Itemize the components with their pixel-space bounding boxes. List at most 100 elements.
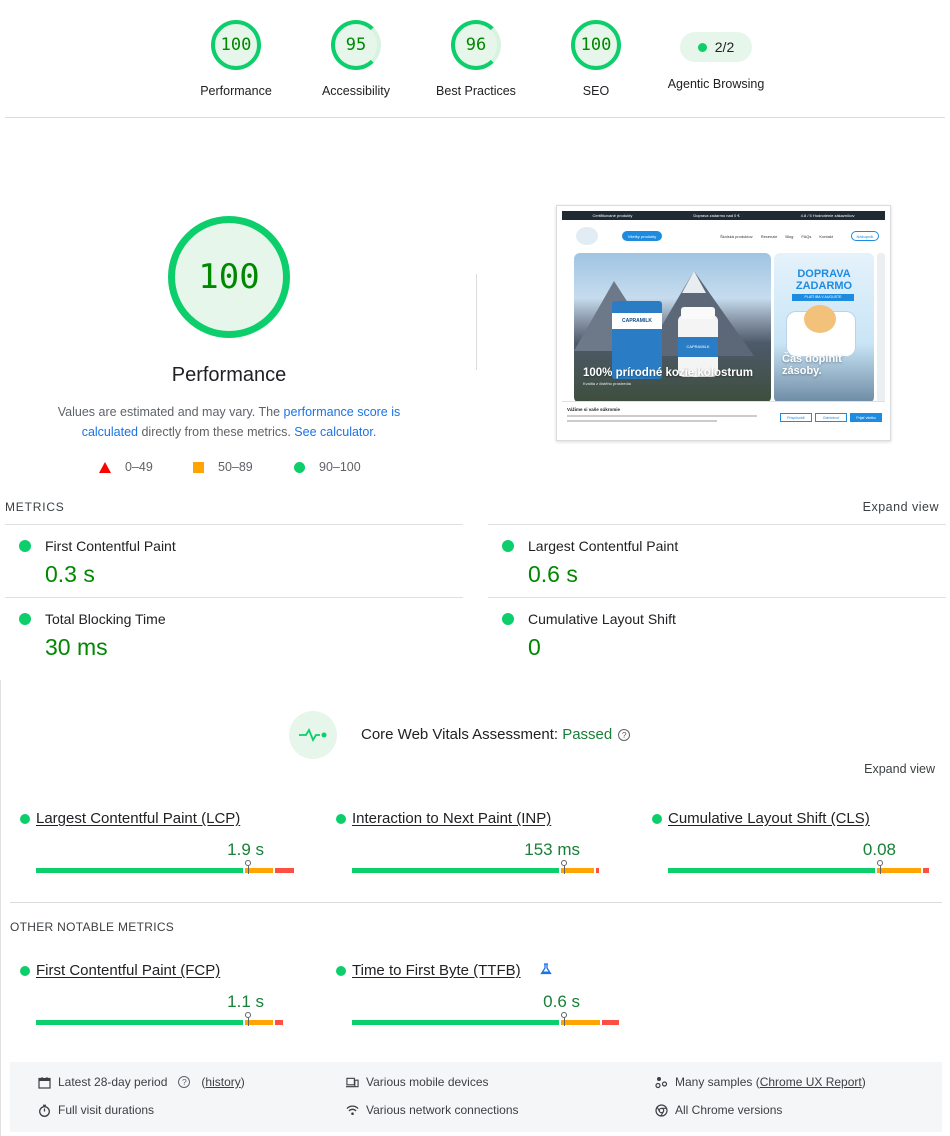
- metric-cls: Cumulative Layout Shift 0: [488, 597, 946, 670]
- info-period: Latest 28-day period ? (history): [38, 1075, 245, 1089]
- thumb-topbar-item: 4.8 / 5 Hodnotenie zákazníkov: [800, 213, 855, 218]
- history-link[interactable]: history: [205, 1075, 240, 1089]
- legend-fail: 0–49: [99, 460, 153, 474]
- poor-segment: [275, 868, 294, 873]
- cwv-ttfb-value: 0.6 s: [543, 992, 580, 1011]
- info-samples-prefix: Many samples (: [675, 1075, 760, 1089]
- thumb-hero-banner: CAPRAMILK CAPRAMILK 100% prírodné kozie …: [574, 253, 771, 403]
- cookie-reject-button: Odmietnuť: [815, 413, 847, 422]
- metric-name: Cumulative Layout Shift: [528, 611, 676, 627]
- gauge-performance-score: 100: [211, 20, 261, 70]
- performance-gauge: 100: [168, 216, 290, 338]
- final-screenshot[interactable]: Certifikované produkty Doprava zadarmo n…: [556, 205, 891, 441]
- vertical-divider: [476, 274, 477, 370]
- cookie-title: Vážime si vaše súkromie: [567, 407, 621, 412]
- cwv-ttfb-link[interactable]: Time to First Byte (TTFB): [352, 962, 521, 979]
- thumb-logo: [576, 227, 598, 245]
- thumb-topbar-item: Certifikované produkty: [592, 213, 633, 218]
- metric-name: Largest Contentful Paint: [528, 538, 679, 554]
- info-network-text: Various network connections: [366, 1103, 519, 1117]
- mascot-shape: [804, 305, 836, 333]
- pulse-icon: [289, 711, 337, 759]
- cookie-text-line: [567, 415, 757, 417]
- gauge-accessibility[interactable]: 95 Accessibility: [296, 20, 416, 98]
- help-icon[interactable]: ?: [618, 729, 631, 742]
- cwv-lcp: Largest Contentful Paint (LCP) 1.9 s: [20, 810, 320, 890]
- thumb-nav-link: FAQs: [801, 233, 812, 239]
- thumb-topbar-item: Doprava zadarmo nad 0 €: [693, 213, 740, 218]
- metric-tbt: Total Blocking Time 30 ms: [5, 597, 463, 670]
- distribution-bar: [668, 868, 931, 873]
- help-icon[interactable]: ?: [178, 1076, 191, 1088]
- percentile-marker-icon: [561, 860, 567, 874]
- info-period-text: Latest 28-day period: [58, 1075, 168, 1089]
- cwv-fcp: First Contentful Paint (FCP) 1.1 s: [20, 962, 320, 1042]
- metric-value: 0.3 s: [45, 561, 95, 587]
- metrics-expand-view[interactable]: Expand view: [863, 500, 939, 514]
- cookie-customize-button: Prispôsobiť: [780, 413, 812, 422]
- gauge-best-practices-label: Best Practices: [436, 84, 516, 98]
- info-samples-suffix: ): [861, 1075, 866, 1089]
- needs-improvement-segment: [245, 868, 273, 873]
- poor-segment: [275, 1020, 283, 1025]
- needs-improvement-segment: [561, 1020, 600, 1025]
- cwv-expand-view[interactable]: Expand view: [864, 762, 935, 776]
- agentic-pill: 2/2: [680, 32, 752, 62]
- chrome-ux-report-link[interactable]: Chrome UX Report: [760, 1075, 862, 1089]
- cwv-lcp-value: 1.9 s: [227, 840, 264, 859]
- gauge-best-practices[interactable]: 96 Best Practices: [416, 20, 536, 98]
- cwv-ttfb: Time to First Byte (TTFB) 0.6 s: [336, 962, 636, 1042]
- product-box-label: CAPRAMILK: [612, 313, 662, 329]
- performance-note: Values are estimated and may vary. The p…: [40, 402, 418, 442]
- chrome-icon: [655, 1103, 668, 1117]
- metric-value: 30 ms: [45, 634, 108, 660]
- gauge-agentic-browsing[interactable]: 2/2 Agentic Browsing: [656, 20, 776, 91]
- pass-dot-icon: [652, 814, 662, 824]
- percentile-marker-icon: [561, 1012, 567, 1026]
- performance-title: Performance: [171, 364, 287, 386]
- cwv-cls-link[interactable]: Cumulative Layout Shift (CLS): [668, 810, 870, 827]
- needs-improvement-segment: [561, 868, 594, 873]
- info-devices-text: Various mobile devices: [366, 1075, 489, 1089]
- fail-triangle-icon: [99, 461, 111, 473]
- cwv-fcp-link[interactable]: First Contentful Paint (FCP): [36, 962, 220, 979]
- thumb-cookie-banner: Vážime si vaše súkromie Prispôsobiť Odmi…: [562, 401, 885, 437]
- gauge-performance[interactable]: 100 Performance: [176, 20, 296, 98]
- legend-pass: 90–100: [294, 460, 361, 474]
- good-segment: [668, 868, 875, 873]
- cwv-inp-link[interactable]: Interaction to Next Paint (INP): [352, 810, 551, 827]
- metric-name: First Contentful Paint: [45, 538, 176, 554]
- thumb-promo-banner: DOPRAVA ZADARMO PLATÍ IBA V AUGUSTE Čas …: [774, 253, 874, 403]
- cwv-fcp-value: 1.1 s: [227, 992, 264, 1011]
- info-samples-wrapper: Many samples (Chrome UX Report): [675, 1075, 866, 1089]
- thumb-nav-link: Recenzie: [760, 233, 778, 239]
- cwv-inp-value: 153 ms: [524, 840, 580, 859]
- info-versions: All Chrome versions: [655, 1103, 782, 1117]
- info-devices: Various mobile devices: [346, 1075, 489, 1089]
- gauge-best-practices-score: 96: [451, 20, 501, 70]
- metric-fcp: First Contentful Paint 0.3 s: [5, 524, 463, 597]
- metric-name: Total Blocking Time: [45, 611, 166, 627]
- average-square-icon: [193, 461, 204, 473]
- gauge-seo[interactable]: 100 SEO: [536, 20, 656, 98]
- pass-circle-icon: [294, 461, 305, 473]
- section-divider: [10, 902, 942, 903]
- good-segment: [352, 868, 559, 873]
- samples-dots-icon: [655, 1076, 668, 1089]
- cwv-status: Passed: [562, 726, 613, 743]
- snow-peak-shape: [682, 271, 706, 293]
- cwv-assessment-title: Core Web Vitals Assessment: Passed?: [361, 726, 631, 743]
- metric-lcp: Largest Contentful Paint 0.6 s: [488, 524, 946, 597]
- gauge-accessibility-label: Accessibility: [321, 84, 391, 98]
- needs-improvement-segment: [245, 1020, 273, 1025]
- see-calculator-link[interactable]: See calculator.: [294, 425, 376, 439]
- devices-icon: [346, 1076, 359, 1089]
- legend-average-range: 50–89: [218, 460, 253, 474]
- promo-text: Čas doplniť zásoby.: [782, 353, 844, 377]
- cwv-lcp-link[interactable]: Largest Contentful Paint (LCP): [36, 810, 240, 827]
- promo-tag: PLATÍ IBA V AUGUSTE: [792, 294, 854, 301]
- thumb-hero-sub: Kvalita z čistého prostredia: [583, 381, 631, 386]
- pass-dot-icon: [697, 42, 707, 52]
- thumb-cart: Nákupník: [850, 231, 879, 241]
- gauge-seo-score: 100: [571, 20, 621, 70]
